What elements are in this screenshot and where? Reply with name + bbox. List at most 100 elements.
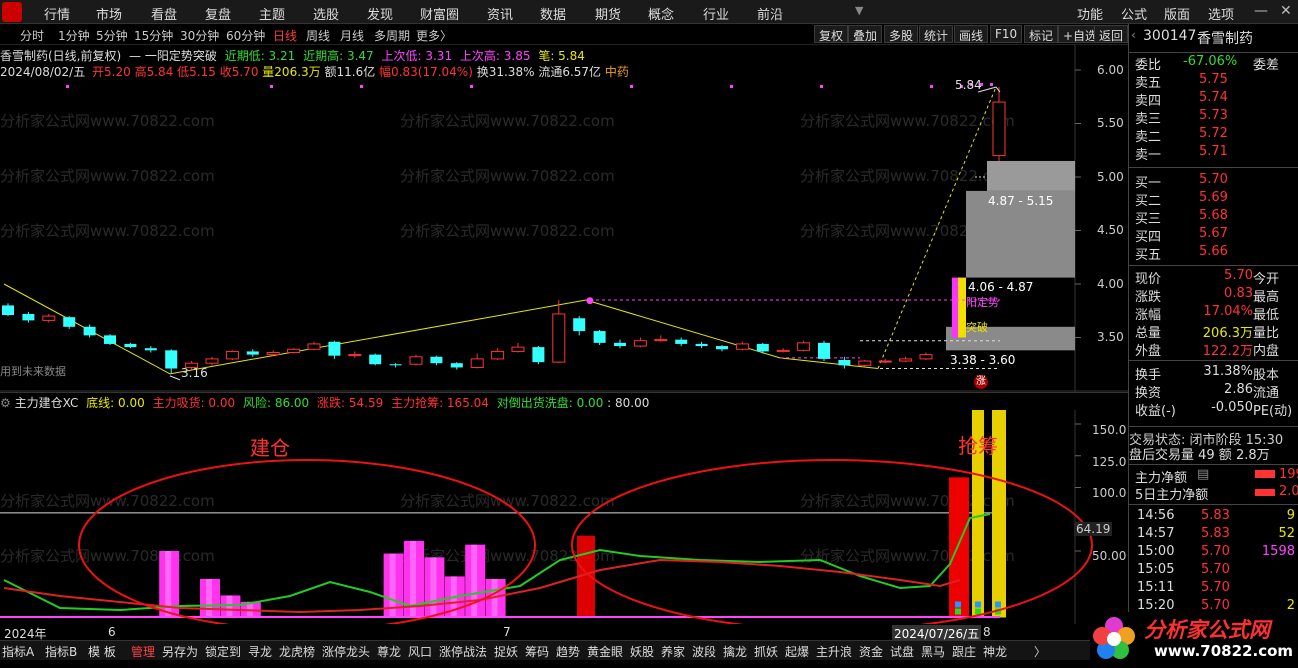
menu-item-gongneng[interactable]: 功能 [1077, 4, 1103, 23]
bottom-tab[interactable]: 捉妖 [494, 643, 518, 660]
stat2-value: -0.050 [1211, 400, 1253, 415]
period-5min[interactable]: 5分钟 [96, 27, 128, 44]
table-icon[interactable]: ▤ [1197, 467, 1209, 482]
close-icon[interactable]: ✕ [1280, 3, 1292, 19]
period-fenshi[interactable]: 分时 [20, 27, 44, 44]
scroll-right-icon[interactable]: 〉 [1034, 643, 1046, 660]
candle-body-down [165, 350, 178, 369]
bottom-tab[interactable]: 锁定到 [205, 643, 241, 660]
bottom-tab[interactable]: 资金 [859, 643, 883, 660]
bottom-tab[interactable]: 管理 [131, 643, 155, 660]
tick-row: 15:05 5.70 [1129, 562, 1298, 580]
period-more[interactable]: 更多〉 [416, 27, 452, 44]
stat-label: 总量 [1135, 326, 1162, 341]
menu-item-zhuti[interactable]: 主题 [259, 4, 285, 23]
bottom-tab[interactable]: 抓妖 [754, 643, 778, 660]
candle-body-down [838, 359, 851, 366]
menu-item-caifuquan[interactable]: 财富圈 [420, 4, 459, 23]
menu-item-zixun[interactable]: 资讯 [487, 4, 513, 23]
menu-item-hangqing[interactable]: 行情 [44, 4, 70, 23]
bid-row-price: 5.70 [1199, 172, 1228, 187]
tool-duogu-button[interactable]: 多股 [884, 25, 919, 43]
menu-item-fupan[interactable]: 复盘 [205, 4, 231, 23]
bottom-tab[interactable]: 涨停龙头 [322, 643, 370, 660]
signal-dot [630, 85, 633, 88]
candle-body-down [124, 343, 137, 348]
period-multi[interactable]: 多周期 [374, 27, 410, 44]
zhang-badge: 涨 [974, 375, 988, 389]
bottom-tab[interactable]: 起爆 [785, 643, 809, 660]
tool-biaoji-button[interactable]: 标记 [1024, 25, 1059, 43]
bottom-tab[interactable]: 黑马 [921, 643, 945, 660]
bottom-tab[interactable]: 黄金眼 [587, 643, 623, 660]
tool-diejia-button[interactable]: 叠加 [848, 25, 883, 43]
period-weekly[interactable]: 周线 [306, 27, 330, 44]
sub-indicator-name[interactable]: 主力建仓XC [15, 396, 79, 410]
bottom-tab[interactable]: 神龙 [983, 643, 1007, 660]
menu-item-kanpan[interactable]: 看盘 [151, 4, 177, 23]
period-15min[interactable]: 15分钟 [134, 27, 173, 44]
menu-item-shichang[interactable]: 市场 [96, 4, 122, 23]
candle-body-up [287, 348, 301, 353]
bottom-tab[interactable]: 妖股 [630, 643, 654, 660]
period-30min[interactable]: 30分钟 [180, 27, 219, 44]
menu-item-qihuo[interactable]: 期货 [595, 4, 621, 23]
sub-y-tick-label: 100.0 [1092, 486, 1127, 500]
bottom-tab[interactable]: 养家 [661, 643, 685, 660]
menu-dropdown-icon[interactable]: ▼ [855, 4, 863, 17]
tool-fuquan-button[interactable]: 复权 [814, 25, 849, 43]
menu-item-xuangu[interactable]: 选股 [313, 4, 339, 23]
menu-item-hangye[interactable]: 行业 [703, 4, 729, 23]
bottom-tab[interactable]: 试盘 [890, 643, 914, 660]
bottom-tab[interactable]: 跟庄 [952, 643, 976, 660]
minimize-icon[interactable]: — [1254, 3, 1268, 19]
bottom-tab[interactable]: 龙虎榜 [279, 643, 315, 660]
prev-stock-icon[interactable]: ‹ [1131, 28, 1136, 42]
period-daily[interactable]: 日线 [273, 27, 297, 44]
stock-code: 300147 [1143, 28, 1197, 44]
ask-row-label: 卖二 [1135, 130, 1162, 145]
build-position-label: 建仓 [250, 436, 290, 460]
menu-item-shuju[interactable]: 数据 [540, 4, 566, 23]
main-net-value: 199 [1279, 467, 1298, 482]
bottom-tab[interactable]: 主升浪 [816, 643, 852, 660]
candle-body-down [389, 364, 402, 366]
tool-huaxian-button[interactable]: 画线 [954, 25, 989, 43]
menu-item-qianyan[interactable]: 前沿 [757, 4, 783, 23]
menu-item-banmian[interactable]: 版面 [1164, 4, 1190, 23]
sub-baseline: 底线: 0.00 [86, 396, 145, 410]
menu-item-gongshi[interactable]: 公式 [1121, 4, 1147, 23]
period-monthly[interactable]: 月线 [340, 27, 364, 44]
candle-body-up [797, 342, 811, 351]
period-1min[interactable]: 1分钟 [58, 27, 90, 44]
bottom-tab[interactable]: 寻龙 [248, 643, 272, 660]
bottom-tab[interactable]: 趋势 [556, 643, 580, 660]
bottom-tab[interactable]: 模 板 [88, 643, 116, 660]
x-axis-label: 6 [108, 625, 116, 639]
sub-y-current-label: 64.19 [1074, 522, 1113, 536]
bottom-tab[interactable]: 风口 [408, 643, 432, 660]
bottom-tab[interactable]: 指标A [2, 643, 34, 660]
bottom-tab[interactable]: 波段 [692, 643, 716, 660]
tool-f10-button[interactable]: F10 [990, 25, 1023, 43]
menu-item-gainian[interactable]: 概念 [648, 4, 674, 23]
tool-fanhui-button[interactable]: 返回 [1094, 25, 1129, 43]
bottom-tab[interactable]: 筹码 [525, 643, 549, 660]
period-60min[interactable]: 60分钟 [226, 27, 265, 44]
ask-row: 卖三 5.73 [1129, 108, 1298, 127]
bottom-tab[interactable]: 另存为 [162, 643, 198, 660]
stock-name: 香雪制药 [1197, 31, 1253, 47]
bottom-tab[interactable]: 擒龙 [723, 643, 747, 660]
bottom-tab[interactable]: 指标B [45, 643, 77, 660]
bottom-tab[interactable]: 尊龙 [377, 643, 401, 660]
x-axis-label: 7 [503, 625, 511, 639]
weibi-row: 委比 -67.06% 委差 [1129, 52, 1298, 73]
menu-item-faxian[interactable]: 发现 [367, 4, 393, 23]
candle-body-down [63, 317, 76, 327]
bid-row-price: 5.68 [1199, 208, 1228, 223]
gear-icon[interactable]: ⚙ [0, 396, 11, 410]
tool-tongji-button[interactable]: 统计 [919, 25, 954, 43]
signal-block [975, 601, 981, 608]
menu-item-xuanxiang[interactable]: 选项 [1208, 4, 1234, 23]
bottom-tab[interactable]: 涨停战法 [439, 643, 487, 660]
